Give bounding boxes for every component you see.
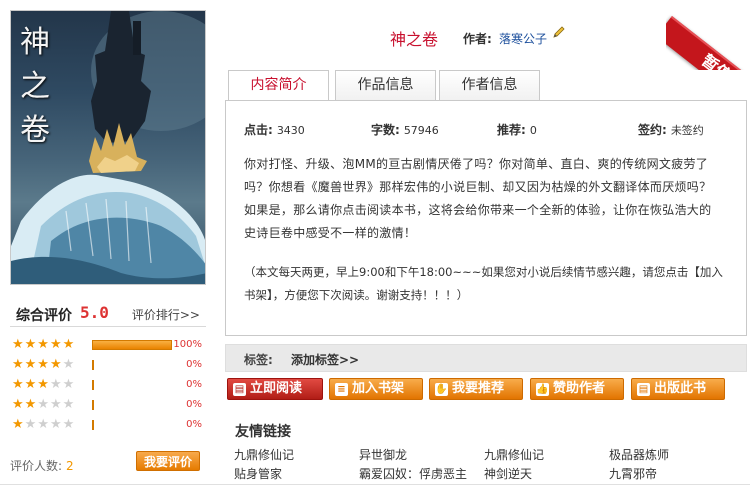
book-detail: 神之卷 作者: 落寒公子 暂停 内容简介 作品信息 作者信息 点击: 3430 字… [225,0,750,491]
rating-percent: 0% [186,399,202,410]
cover-title: 神 之 卷 [17,21,53,153]
star-row-5: ★★★★★ 100% [10,337,206,355]
rating-percent: 0% [186,359,202,370]
hand-icon: ✋ [435,383,448,396]
stat-contract-value: 未签约 [670,124,704,137]
read-now-label: 立即阅读 [250,381,303,396]
stat-words-label: 字数: [371,123,400,137]
cover-char-2: 之 [20,69,50,104]
rating-bar-fill [92,360,94,370]
friend-link[interactable]: 九鼎修仙记 [234,446,294,463]
friend-link[interactable]: 贴身管家 [234,465,282,482]
cover-char-3: 卷 [20,113,50,148]
friend-link[interactable]: 霸爱囚奴：俘虏恶主 [359,465,467,482]
friend-link[interactable]: 异世御龙 [359,446,407,463]
recommend-button[interactable]: ✋ 我要推荐 [429,378,523,400]
publish-book-button[interactable]: ▤ 出版此书 [631,378,725,400]
author-label: 作者: [463,32,492,46]
status-badge: 暂停 [666,16,750,70]
stat-contract: 签约: 未签约 [638,121,704,138]
stat-words: 字数: 57946 [371,121,439,138]
sponsor-author-button[interactable]: 👍 赞助作者 [530,378,624,400]
star-rating-icon: ★★★★★ [12,337,76,352]
layers-icon: ≡ [335,383,348,396]
rating-score: 5.0 [80,303,109,322]
stat-recommend: 推荐: 0 [497,121,537,138]
rating-bar [92,400,172,410]
add-to-shelf-button[interactable]: ≡ 加入书架 [329,378,423,400]
rating-rank-link[interactable]: 评价排行>> [132,306,200,323]
book-intro: 你对打怪、升级、泡MM的亘古剧情厌倦了吗？你对简单、直白、爽的传统网文疲劳了吗？… [244,157,712,240]
book-title[interactable]: 神之卷 [390,26,438,50]
tab-author-info[interactable]: 作者信息 [439,70,540,100]
rate-button[interactable]: 我要评价 [136,451,200,471]
bottom-divider [0,484,750,485]
book-stats: 点击: 3430 字数: 57946 推荐: 0 签约: 未签约 [244,121,714,137]
rating-bar [92,420,172,430]
book-icon: ▤ [637,383,650,396]
rating-percent: 0% [186,379,202,390]
author-link[interactable]: 落寒公子 [499,30,547,47]
rating-percent: 100% [173,339,202,350]
friend-links-title: 友情链接 [235,424,291,440]
tags-label: 标签: [244,353,273,367]
summary-panel: 点击: 3430 字数: 57946 推荐: 0 签约: 未签约 你对打怪、升级、泡MM… [225,100,747,336]
rating-bar-fill [92,420,94,430]
thumb-icon: 👍 [536,383,549,396]
rating-bar [92,360,172,370]
stat-clicks-value: 3430 [276,124,305,137]
stat-words-value: 57946 [403,124,439,137]
stat-clicks-label: 点击: [244,123,273,137]
status-ribbon: 暂停 [666,0,750,70]
friend-link[interactable]: 神剑逆天 [484,465,532,482]
star-rating-icon: ★★★★★ [12,397,76,412]
star-rating-icon: ★★★★★ [12,417,76,432]
tags-bar: 标签: 添加标签>> [225,344,747,372]
rating-bar [92,380,172,390]
friend-link[interactable]: 极品器炼师 [609,446,669,463]
star-row-2: ★★★★★ 0% [10,397,206,415]
pencil-icon [553,26,565,38]
star-row-1: ★★★★★ 0% [10,417,206,435]
rating-bar-fill [92,380,94,390]
raters-count: 评价人数: 2 [10,457,74,474]
stat-contract-label: 签约: [638,123,667,137]
raters-number: 2 [66,459,74,473]
star-row-3: ★★★★★ 0% [10,377,206,395]
star-row-4: ★★★★★ 0% [10,357,206,375]
friend-link[interactable]: 九鼎修仙记 [484,446,544,463]
add-to-shelf-label: 加入书架 [352,381,405,396]
book-icon: ▤ [233,383,246,396]
stat-clicks: 点击: 3430 [244,121,305,138]
book-cover-image[interactable]: 神 之 卷 [10,10,206,285]
rating-bar-fill [92,400,94,410]
rating-percent: 0% [186,419,202,430]
rating-header: 综合评价 5.0 评价排行>> [10,297,206,327]
rating-title: 综合评价 [16,308,72,324]
stat-recommend-label: 推荐: [497,123,526,137]
update-notice: （本文每天两更，早上9:00和下午18:00~~~如果您对小说后续情节感兴趣，请… [244,265,723,302]
left-column: 神 之 卷 综合评价 5.0 评价排行>> ★★★★★ 100% ★★★★★ 0% ★★… [0,0,214,491]
cover-char-1: 神 [20,25,50,60]
stat-recommend-value: 0 [529,124,537,137]
star-rating-icon: ★★★★★ [12,377,76,392]
tab-summary[interactable]: 内容简介 [228,70,329,101]
publish-book-label: 出版此书 [654,381,707,396]
recommend-label: 我要推荐 [452,381,505,396]
sponsor-author-label: 赞助作者 [553,381,606,396]
rating-bar-fill [92,340,172,350]
rating-panel: 综合评价 5.0 评价排行>> ★★★★★ 100% ★★★★★ 0% ★★★★★ 0% ★… [10,297,206,473]
friend-link[interactable]: 九霄邪帝 [609,465,657,482]
add-tag-link[interactable]: 添加标签>> [291,351,359,368]
tab-work-info[interactable]: 作品信息 [335,70,436,100]
rating-bar [92,340,172,350]
read-now-button[interactable]: ▤ 立即阅读 [227,378,323,400]
raters-label: 评价人数: [10,459,63,473]
star-rating-icon: ★★★★★ [12,357,76,372]
